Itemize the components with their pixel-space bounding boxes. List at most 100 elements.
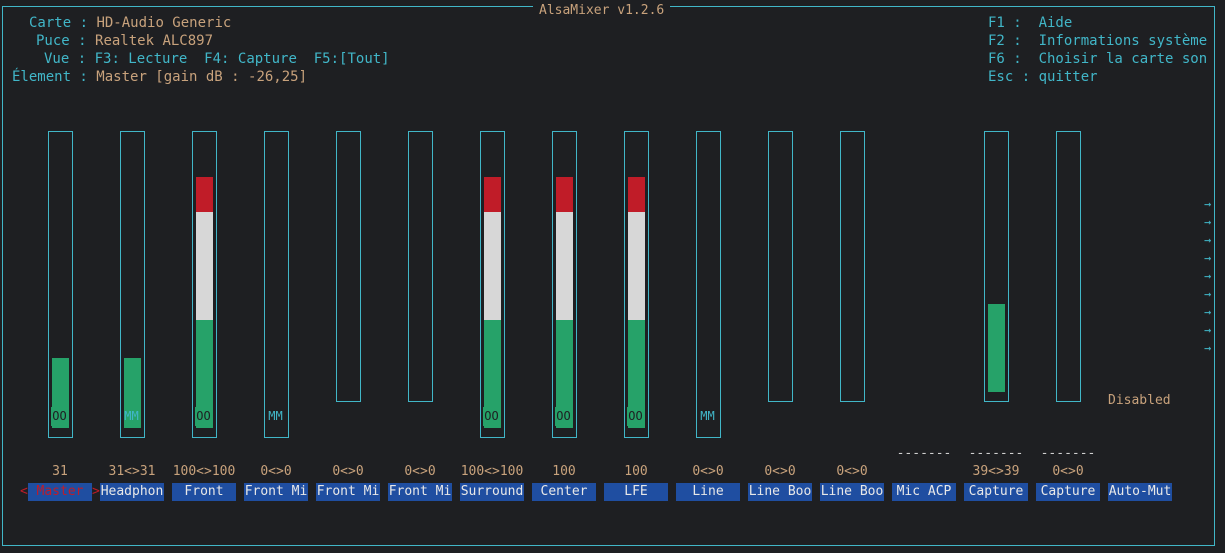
volume-slider[interactable] (840, 131, 865, 402)
help-f6: F6 : Choisir la carte son (988, 50, 1207, 68)
vue-label: Vue : (44, 51, 87, 67)
info-vue: Vue : F3: Lecture F4: Capture F5:[Tout] (44, 50, 390, 68)
carte-label: Carte : (29, 15, 89, 31)
volume-slider[interactable] (408, 131, 433, 402)
mute-toggle[interactable]: OO (555, 407, 572, 426)
channel-value: 100 (552, 464, 576, 479)
channel-name[interactable]: Mic ACP (892, 483, 956, 501)
info-puce: Puce : Realtek ALC897 (36, 32, 213, 50)
volume-slider[interactable] (768, 131, 793, 402)
volume-slider[interactable] (1056, 131, 1081, 402)
mute-toggle[interactable]: MM (699, 407, 716, 426)
mute-toggle[interactable]: OO (627, 407, 644, 426)
selection-bracket-right: > (92, 484, 100, 499)
channel-name[interactable]: Front Mi (316, 483, 380, 501)
help-esc-text: quitter (1038, 69, 1098, 85)
mute-toggle[interactable]: OO (51, 407, 68, 426)
channel-value: 100<>100 (172, 464, 236, 479)
mute-toggle[interactable]: MM (123, 407, 140, 426)
channel-name[interactable]: Auto-Mut (1108, 483, 1172, 501)
volume-slider[interactable] (624, 131, 649, 438)
channel-name[interactable]: Front Mi (244, 483, 308, 501)
help-esc: Esc : quitter (988, 68, 1098, 86)
vue-f5[interactable]: F5:[Tout] (314, 51, 390, 67)
volume-slider[interactable] (48, 131, 73, 438)
help-f6-key: F6 : (988, 51, 1022, 67)
channel-value: 31<>31 (108, 464, 156, 479)
help-f1-text: Aide (1038, 15, 1073, 31)
window-title: AlsaMixer v1.2.6 (533, 4, 671, 18)
volume-level (196, 177, 213, 428)
volume-level (556, 177, 573, 428)
mute-toggle[interactable]: MM (267, 407, 284, 426)
volume-slider[interactable] (984, 131, 1009, 402)
help-esc-key: Esc : (988, 69, 1031, 85)
volume-level (484, 177, 501, 428)
channel-value: 0<>0 (1052, 464, 1084, 479)
channel-name[interactable]: Front (172, 483, 236, 501)
info-element: Élement : Master [gain dB : -26,25] (12, 68, 307, 86)
vue-f3[interactable]: F3: Lecture (95, 51, 188, 67)
channel-value: 39<>39 (972, 464, 1020, 479)
help-f6-text: Choisir la carte son (1038, 51, 1208, 67)
channel-name[interactable]: LFE (604, 483, 668, 501)
level-white (196, 212, 213, 320)
volume-slider[interactable] (336, 131, 361, 402)
level-white (484, 212, 501, 320)
level-green (988, 304, 1005, 392)
mute-toggle[interactable]: OO (483, 407, 500, 426)
channel-name[interactable]: Surround (460, 483, 524, 501)
channel-name[interactable]: Capture (1036, 483, 1100, 501)
channel-value: 0<>0 (260, 464, 292, 479)
help-f2: F2 : Informations système (988, 32, 1207, 50)
element-label: Élement : (12, 69, 88, 85)
volume-slider[interactable] (480, 131, 505, 438)
mute-toggle[interactable]: OO (195, 407, 212, 426)
auto-mute-state: Disabled (1108, 393, 1171, 408)
level-red (628, 177, 645, 212)
volume-slider[interactable] (192, 131, 217, 438)
control-dash-indicator: ------- (896, 446, 952, 461)
puce-label: Puce : (36, 33, 87, 49)
channel-value: 0<>0 (332, 464, 364, 479)
volume-slider[interactable] (120, 131, 145, 438)
channel-name[interactable]: Line (676, 483, 740, 501)
channel-name[interactable]: Front Mi (388, 483, 452, 501)
level-red (196, 177, 213, 212)
volume-level (988, 304, 1005, 392)
channel-value: 0<>0 (836, 464, 868, 479)
level-red (484, 177, 501, 212)
channel-name[interactable]: Headphon (100, 483, 164, 501)
vue-f4[interactable]: F4: Capture (204, 51, 297, 67)
volume-level (628, 177, 645, 428)
channel-name[interactable]: Master (28, 483, 92, 501)
help-f1: F1 : Aide (988, 14, 1072, 32)
help-f2-text: Informations système (1038, 33, 1208, 49)
channel-value: 0<>0 (692, 464, 724, 479)
channel-name[interactable]: Line Boo (820, 483, 884, 501)
help-f1-key: F1 : (988, 15, 1022, 31)
capture-dash-indicator: ------- (968, 446, 1024, 461)
level-white (628, 212, 645, 320)
channel-value: 100 (624, 464, 648, 479)
channel-value: 100<>100 (460, 464, 524, 479)
carte-value: HD-Audio Generic (96, 15, 232, 31)
selection-bracket-left: < (20, 484, 28, 499)
info-carte: Carte : HD-Audio Generic (29, 14, 231, 32)
puce-value: Realtek ALC897 (95, 33, 214, 49)
channel-name[interactable]: Line Boo (748, 483, 812, 501)
level-white (556, 212, 573, 320)
scroll-right-indicator[interactable]: →→→→→→→→→ (1204, 195, 1214, 357)
channel-value: 0<>0 (404, 464, 436, 479)
level-red (556, 177, 573, 212)
volume-slider[interactable] (696, 131, 721, 438)
capture-dash-indicator: ------- (1040, 446, 1096, 461)
channel-value: 31 (52, 464, 68, 479)
channel-name[interactable]: Center (532, 483, 596, 501)
element-value: Master [gain dB : -26,25] (96, 69, 308, 85)
volume-slider[interactable] (552, 131, 577, 438)
help-f2-key: F2 : (988, 33, 1022, 49)
channel-name[interactable]: Capture (964, 483, 1028, 501)
volume-slider[interactable] (264, 131, 289, 438)
channel-value: 0<>0 (764, 464, 796, 479)
